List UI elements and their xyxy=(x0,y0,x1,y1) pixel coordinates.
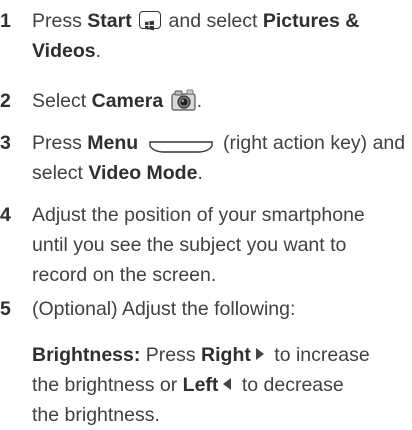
start-label: Start xyxy=(87,10,132,32)
step-number: 4 xyxy=(0,204,11,226)
camera-icon xyxy=(170,88,197,112)
brightness-text: Brightness: Press Right to increase the … xyxy=(32,344,370,426)
step-text: (Optional) Adjust the following: xyxy=(32,298,296,320)
menu-key-icon xyxy=(148,134,214,153)
brightness-label: Brightness: xyxy=(32,344,141,366)
camera-label: Camera xyxy=(91,90,164,112)
step-text: Press Menu (right action key) and select… xyxy=(32,132,406,184)
step-number: 2 xyxy=(0,90,11,112)
step-number: 1 xyxy=(0,10,11,32)
left-arrow-icon xyxy=(223,377,232,390)
right-arrow-icon xyxy=(255,347,264,360)
menu-label: Menu xyxy=(87,132,139,154)
step-text: Select Camera . xyxy=(32,86,410,116)
step-number: 5 xyxy=(0,298,11,320)
step-number: 3 xyxy=(0,132,11,154)
step-text: Adjust the position of your smartphone u… xyxy=(32,204,365,286)
step-text: Press Start and select Pictures & Videos… xyxy=(32,10,360,62)
start-icon xyxy=(139,10,162,31)
